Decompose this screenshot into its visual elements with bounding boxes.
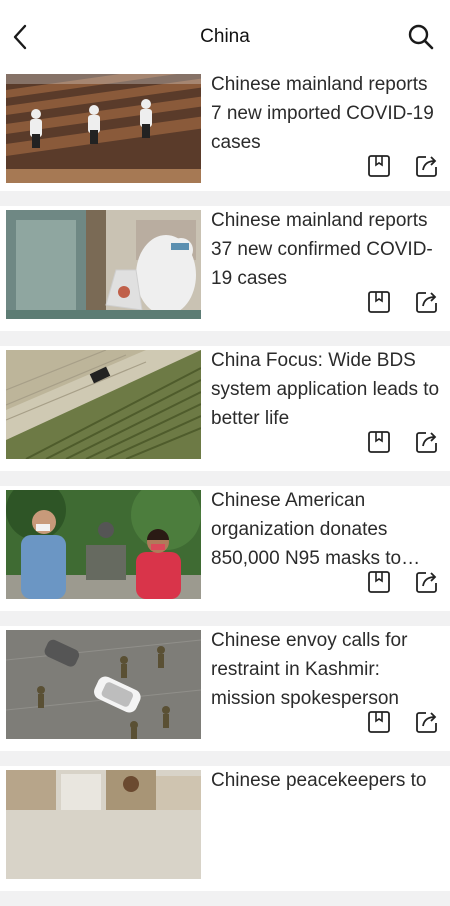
article-actions <box>366 709 440 735</box>
bookmark-button[interactable] <box>366 569 392 595</box>
article-thumbnail[interactable] <box>6 350 201 459</box>
share-icon <box>416 292 437 313</box>
article-thumbnail[interactable] <box>6 770 201 879</box>
share-button[interactable] <box>414 569 440 595</box>
share-icon <box>416 572 437 593</box>
article-headline[interactable]: China Focus: Wide BDS system application… <box>211 346 441 433</box>
bookmark-icon <box>368 431 390 453</box>
health-worker-image <box>6 210 201 319</box>
search-button[interactable] <box>406 22 436 52</box>
article-headline[interactable]: Chinese mainland reports 37 new confirme… <box>211 206 441 293</box>
bookmark-button[interactable] <box>366 709 392 735</box>
article-headline[interactable]: Chinese American organization donates 85… <box>211 486 441 573</box>
share-button[interactable] <box>414 429 440 455</box>
article-thumbnail[interactable] <box>6 74 201 183</box>
share-icon <box>416 432 437 453</box>
article-actions <box>366 153 440 179</box>
boxes-image <box>6 770 201 879</box>
news-card[interactable]: Chinese peacekeepers to <box>0 766 450 906</box>
search-icon <box>408 24 434 50</box>
news-card[interactable]: Chinese American organization donates 85… <box>0 486 450 626</box>
article-headline[interactable]: Chinese mainland reports 7 new imported … <box>211 70 441 157</box>
masks-fountain-image <box>6 490 201 599</box>
bookmark-icon <box>368 571 390 593</box>
bookmark-button[interactable] <box>366 153 392 179</box>
article-thumbnail[interactable] <box>6 210 201 319</box>
share-icon <box>416 712 437 733</box>
news-card[interactable]: Chinese envoy calls for restraint in Kas… <box>0 626 450 766</box>
news-card[interactable]: Chinese mainland reports 7 new imported … <box>0 70 450 206</box>
page-title: China <box>200 26 250 47</box>
article-actions <box>366 289 440 315</box>
share-button[interactable] <box>414 289 440 315</box>
news-feed: Chinese mainland reports 7 new imported … <box>0 70 450 906</box>
aerial-field-image <box>6 350 201 459</box>
bookmark-icon <box>368 155 390 177</box>
top-bar: China <box>0 0 450 70</box>
article-headline[interactable]: Chinese peacekeepers to <box>211 766 441 795</box>
article-actions <box>366 429 440 455</box>
article-thumbnail[interactable] <box>6 490 201 599</box>
share-icon <box>416 156 437 177</box>
aerial-soldiers-image <box>6 630 201 739</box>
share-button[interactable] <box>414 153 440 179</box>
article-actions <box>366 569 440 595</box>
article-headline[interactable]: Chinese envoy calls for restraint in Kas… <box>211 626 441 713</box>
bookmark-icon <box>368 711 390 733</box>
bookmark-button[interactable] <box>366 429 392 455</box>
bookmark-button[interactable] <box>366 289 392 315</box>
news-card[interactable]: China Focus: Wide BDS system application… <box>0 346 450 486</box>
share-button[interactable] <box>414 709 440 735</box>
news-card[interactable]: Chinese mainland reports 37 new confirme… <box>0 206 450 346</box>
theater-seats-image <box>6 74 201 183</box>
bookmark-icon <box>368 291 390 313</box>
article-thumbnail[interactable] <box>6 630 201 739</box>
